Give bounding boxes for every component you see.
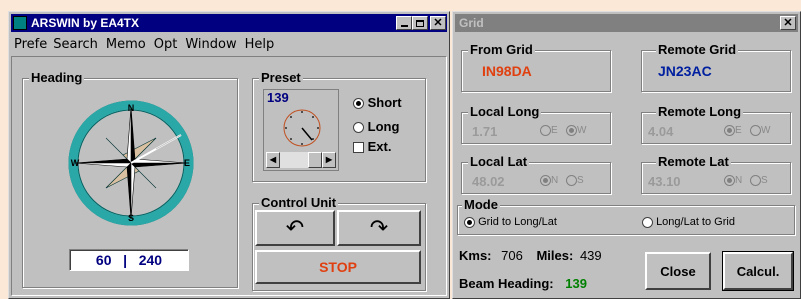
menu-memo[interactable]: Memo [106, 37, 146, 52]
long-radio[interactable]: Long [353, 119, 399, 134]
beam-heading-value: 139 [565, 276, 587, 291]
local-long-group: Local Long 1.71 E W [461, 105, 611, 144]
remote-long-e-radio: E [724, 125, 742, 136]
preset-group: Preset 139 ◀ ▶ Short Long Ext. [252, 71, 426, 182]
arswin-window: ARSWIN by EA4TX ✕ Prefe Search Memo Opt … [8, 11, 450, 299]
compass-w: W [71, 158, 80, 168]
remote-long-w-radio: W [750, 125, 770, 136]
local-long-w-radio: W [566, 125, 586, 136]
menu-opt[interactable]: Opt [154, 37, 178, 52]
heading-readout: 60 | 240 [69, 249, 189, 271]
menu-help[interactable]: Help [245, 37, 275, 52]
arswin-titlebar[interactable]: ARSWIN by EA4TX ✕ [11, 14, 447, 32]
kms-value: 706 [501, 248, 523, 263]
remote-long-value: 4.04 [648, 124, 674, 139]
short-radio[interactable]: Short [353, 95, 402, 110]
control-unit-group: Control Unit ↶ ↷ STOP [252, 196, 426, 291]
scroll-left-button[interactable]: ◀ [266, 152, 280, 168]
preset-dial-box: 139 ◀ ▶ [263, 89, 339, 171]
results-row: Kms: 706 Miles: 439 [459, 248, 602, 263]
compass-n: N [128, 103, 135, 113]
remote-lat-n-radio: N [724, 175, 742, 186]
close-dialog-button[interactable]: Close [645, 252, 711, 290]
preset-label: Preset [259, 70, 303, 85]
heading-group: Heading N S W E 60 | 240 [22, 71, 238, 288]
remote-grid-value[interactable]: JN23AC [658, 63, 712, 79]
mode-group: Mode Grid to Long/Lat Long/Lat to Grid [457, 198, 795, 235]
beam-heading-label: Beam Heading: [459, 276, 554, 291]
remote-lat-label: Remote Lat [656, 154, 731, 169]
menu-bar: Prefe Search Memo Opt Window Help [11, 34, 447, 54]
calcul-button[interactable]: Calcul. [723, 252, 793, 290]
rotate-cw-button[interactable]: ↷ [337, 210, 421, 246]
remote-lat-value: 43.10 [648, 174, 681, 189]
app-icon [13, 16, 27, 30]
grid-title: Grid [459, 16, 484, 30]
remote-lat-s-radio: S [750, 175, 768, 186]
from-grid-label: From Grid [468, 42, 535, 57]
preset-dial[interactable] [280, 106, 324, 150]
from-grid-value[interactable]: IN98DA [482, 63, 532, 79]
longlat-to-grid-radio[interactable]: Long/Lat to Grid [642, 216, 735, 228]
local-long-e-radio: E [540, 125, 558, 136]
heading-label: Heading [29, 70, 85, 85]
scroll-right-button[interactable]: ▶ [322, 152, 336, 168]
grid-to-longlat-radio[interactable]: Grid to Long/Lat [464, 216, 557, 228]
rotate-ccw-button[interactable]: ↶ [255, 210, 335, 246]
preset-value: 139 [267, 90, 289, 105]
compass-rose: N S W E [68, 100, 194, 226]
preset-scrollbar[interactable]: ◀ ▶ [266, 152, 336, 168]
window-title: ARSWIN by EA4TX [31, 16, 140, 30]
remote-grid-group: Remote Grid JN23AC [641, 43, 791, 92]
local-long-label: Local Long [468, 104, 542, 119]
local-lat-group: Local Lat 48.02 N S [461, 155, 611, 194]
remote-long-group: Remote Long 4.04 E W [641, 105, 791, 144]
ext-checkbox[interactable]: Ext. [353, 139, 391, 154]
miles-value: 439 [579, 248, 602, 263]
close-button[interactable]: ✕ [430, 16, 446, 30]
grid-titlebar[interactable]: Grid ✕ [455, 14, 798, 32]
local-lat-n-radio: N [540, 175, 558, 186]
mode-label: Mode [462, 197, 500, 212]
remote-long-label: Remote Long [656, 104, 744, 119]
compass-s: S [128, 213, 134, 223]
stop-button[interactable]: STOP [255, 250, 421, 284]
miles-label: Miles: [536, 248, 574, 263]
local-long-value: 1.71 [472, 124, 498, 139]
local-lat-s-radio: S [566, 175, 584, 186]
menu-search[interactable]: Search [53, 37, 98, 52]
compass-e: E [184, 158, 190, 168]
grid-close-button[interactable]: ✕ [780, 16, 796, 30]
remote-lat-group: Remote Lat 43.10 N S [641, 155, 791, 194]
from-grid-group: From Grid IN98DA [461, 43, 611, 92]
grid-window: Grid ✕ From Grid IN98DA Remote Grid JN23… [452, 11, 801, 299]
minimize-button[interactable] [396, 16, 412, 30]
local-lat-label: Local Lat [468, 154, 530, 169]
scroll-thumb[interactable] [308, 152, 322, 168]
arswin-client: Heading N S W E 60 | 240 Preset 139 ◀ ▶ … [11, 56, 447, 296]
remote-grid-label: Remote Grid [656, 42, 739, 57]
local-lat-value: 48.02 [472, 174, 505, 189]
control-unit-label: Control Unit [259, 195, 339, 210]
kms-label: Kms: [459, 248, 492, 263]
maximize-button[interactable] [412, 16, 428, 30]
menu-window[interactable]: Window [185, 37, 236, 52]
menu-prefe[interactable]: Prefe [14, 37, 47, 52]
beam-row: Beam Heading: 139 [459, 276, 587, 291]
